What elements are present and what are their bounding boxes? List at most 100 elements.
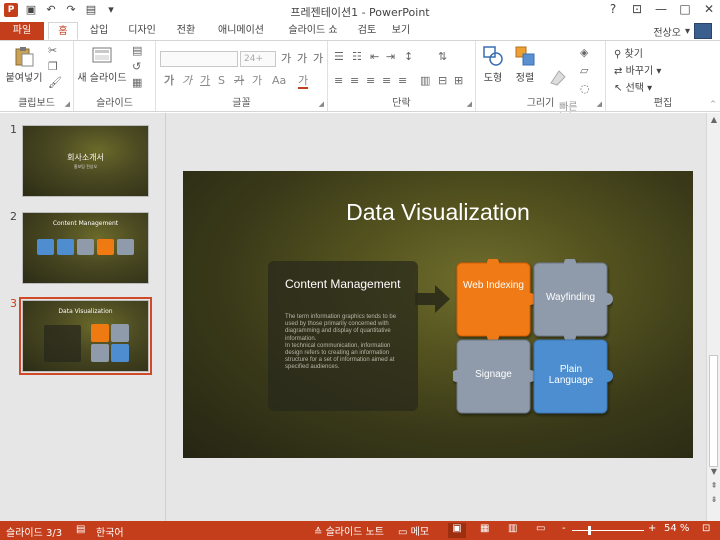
tab-review[interactable]: 검토 [352,22,382,40]
slide-thumbnail-1[interactable]: 회사소개서 홍보팀 전상오 [22,125,149,197]
reset-icon[interactable]: ↺ [132,61,141,73]
layout-icon[interactable]: ▤ [132,45,142,57]
zoom-out-button[interactable]: - [562,523,566,538]
zoom-in-button[interactable]: + [648,523,656,538]
font-size-select[interactable]: 24+ [240,51,276,67]
clipboard-launcher-icon[interactable]: ◢ [65,100,70,108]
bullets-icon[interactable]: ☰ [334,51,344,63]
slide-thumbnail-3[interactable]: Data Visualization [19,297,152,375]
slideshow-view-icon[interactable]: ▭ [536,523,545,538]
tab-view[interactable]: 보기 [386,22,416,40]
replace-button[interactable]: ⇄ 바꾸기 ▾ [614,62,661,77]
tab-animations[interactable]: 애니메이션 [208,22,274,40]
status-bar: 슬라이드 3/3 ▤ 한국어 ≙ 슬라이드 노트 ▭ 메모 ▣ ▦ ▥ ▭ - … [0,521,720,540]
shapes-icon [483,46,503,66]
underline-button[interactable]: 가 [200,75,210,87]
select-button[interactable]: ↖ 선택 ▾ [614,79,652,94]
vertical-scrollbar[interactable]: ▲ ▼ ⇞ ⇟ [706,113,720,521]
user-account[interactable]: 전상오 ▾ [653,22,712,40]
bold-button[interactable]: 가 [164,75,174,87]
normal-view-icon[interactable]: ▣ [448,523,466,538]
align-center-icon[interactable]: ≡ [350,75,359,87]
find-button[interactable]: ⚲ 찾기 [614,45,643,60]
increase-font-icon[interactable]: 가 [281,53,291,65]
drawing-launcher-icon[interactable]: ◢ [597,100,602,108]
italic-button[interactable]: 가 [182,75,192,87]
collapse-ribbon-icon[interactable]: ^ [710,100,716,108]
help-button[interactable]: ? [606,2,620,16]
spell-check-icon[interactable]: ▤ [76,524,85,535]
format-painter-icon[interactable]: 🖌 [48,77,62,89]
zoom-slider-thumb[interactable] [588,526,591,535]
text-direction-icon[interactable]: ⇅ [438,51,447,63]
font-launcher-icon[interactable]: ◢ [319,100,324,108]
slide-sorter-icon[interactable]: ▦ [480,523,489,538]
align-right-icon[interactable]: ≡ [366,75,375,87]
select-label: 선택 [625,83,644,94]
drawing-group: 도형 정렬 빠른 스타일 ◈ ▱ ◌ 그리기 ◢ [476,41,606,124]
notes-button[interactable]: ≙ 슬라이드 노트 [314,523,384,538]
shape-outline-icon[interactable]: ▱ [580,65,588,77]
next-slide-icon[interactable]: ⇟ [707,493,720,507]
align-left-icon[interactable]: ≡ [334,75,343,87]
tab-design[interactable]: 디자인 [120,22,164,40]
columns-icon[interactable]: ▥ [420,75,430,87]
zoom-level[interactable]: 54 % [664,523,689,538]
tab-home[interactable]: 홈 [48,22,78,40]
decrease-indent-icon[interactable]: ⇤ [370,51,379,63]
section-icon[interactable]: ▦ [132,77,142,89]
increase-indent-icon[interactable]: ⇥ [386,51,395,63]
decrease-font-icon[interactable]: 가 [297,53,307,65]
plain-language-label[interactable]: Plain Language [539,364,603,386]
strikethrough-button[interactable]: 가 [234,75,244,87]
restore-button[interactable]: □ [678,2,692,16]
shadow-button[interactable]: S [218,75,225,87]
slide-thumbnail-2[interactable]: Content Management [22,212,149,284]
tab-insert[interactable]: 삽입 [82,22,116,40]
ribbon-display-options-icon[interactable]: ⊡ [630,2,644,16]
tab-transitions[interactable]: 전환 [168,22,204,40]
reading-view-icon[interactable]: ▥ [508,523,517,538]
shapes-button[interactable]: 도형 [478,45,508,84]
tab-file[interactable]: 파일 [0,22,44,40]
zoom-slider[interactable] [572,530,644,531]
arrange-button[interactable]: 정렬 [510,45,540,84]
slides-group-label: 슬라이드 [96,98,133,109]
change-case-button[interactable]: Aa [272,75,286,87]
paragraph-launcher-icon[interactable]: ◢ [467,100,472,108]
clear-format-icon[interactable]: 가 [313,53,323,65]
signage-label[interactable]: Signage [457,369,530,380]
distribute-icon[interactable]: ≡ [398,75,407,87]
fit-to-window-icon[interactable]: ⊡ [702,523,710,538]
line-spacing-icon[interactable]: ↕ [404,51,413,63]
copy-icon[interactable]: ❐ [48,61,58,73]
paste-icon [15,47,34,67]
language-indicator[interactable]: 한국어 [96,524,124,539]
notes-icon: ≙ [314,527,323,538]
current-slide[interactable]: Data Visualization Content Management Th… [183,171,693,458]
cut-icon[interactable]: ✂ [48,45,57,57]
comment-icon: ▭ [398,527,408,538]
paste-button[interactable]: 붙여넣기 [4,45,44,84]
previous-slide-icon[interactable]: ⇞ [707,479,720,493]
minimize-button[interactable]: — [654,2,668,16]
tab-slideshow[interactable]: 슬라이드 쇼 [278,22,348,40]
scroll-thumb[interactable] [709,355,718,467]
new-slide-button[interactable]: 새 슬라이드 [76,45,128,84]
align-text-icon[interactable]: ⊟ [438,75,447,87]
content-management-box[interactable]: Content Management The term information … [268,261,418,411]
close-button[interactable]: ✕ [702,2,716,16]
scroll-up-icon[interactable]: ▲ [707,113,720,127]
slide-title[interactable]: Data Visualization [183,199,693,226]
shape-fill-icon[interactable]: ◈ [580,47,588,59]
comments-button[interactable]: ▭ 메모 [398,523,429,538]
wayfinding-label[interactable]: Wayfinding [534,292,607,303]
numbering-icon[interactable]: ☷ [352,51,362,63]
web-indexing-label[interactable]: Web Indexing [457,280,530,291]
justify-icon[interactable]: ≡ [382,75,391,87]
smartart-icon[interactable]: ⊞ [454,75,463,87]
font-name-select[interactable] [160,51,238,67]
char-spacing-button[interactable]: 가 [252,75,262,87]
font-color-button[interactable]: 가 [298,75,309,89]
scroll-down-icon[interactable]: ▼ [707,465,720,479]
